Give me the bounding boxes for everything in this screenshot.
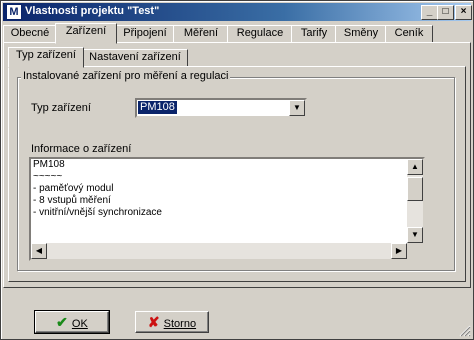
tab-mereni[interactable]: Měření [173,25,229,43]
device-type-combo[interactable]: PM108 ▼ [135,98,307,118]
title-bar[interactable]: M Vlastnosti projektu "Test" _ □ × [3,3,472,21]
info-line: - 8 vstupů měření [33,195,111,206]
info-line: - vnitřní/vnější synchronizace [33,207,162,218]
vertical-scrollbar[interactable]: ▲ ▼ [407,159,423,243]
main-tab-panel: Typ zařízení Nastavení zařízení Instalov… [3,42,471,288]
main-tab-bar: Obecné Zařízení Připojení Měření Regulac… [3,23,471,44]
arrow-left-icon[interactable]: ◀ [31,243,47,259]
dialog-window: M Vlastnosti projektu "Test" _ □ × Obecn… [0,0,474,340]
tab-regulace[interactable]: Regulace [227,25,293,43]
tab-tarify[interactable]: Tarify [291,25,337,43]
close-button[interactable]: × [455,5,472,20]
resize-grip-icon[interactable] [459,325,471,337]
info-line: - paměťový modul [33,183,114,194]
ok-label: OK [71,318,88,330]
arrow-right-icon[interactable]: ▶ [391,243,407,259]
subtab-nastaveni-zarizeni[interactable]: Nastavení zařízení [82,49,188,67]
horizontal-scrollbar[interactable]: ◀ ▶ [31,243,407,259]
arrow-up-icon[interactable]: ▲ [407,159,423,175]
sub-tab-panel: Instalované zařízení pro měření a regula… [8,66,466,282]
tab-obecne[interactable]: Obecné [3,25,57,43]
check-icon: ✔ [56,314,68,330]
device-type-value: PM108 [138,101,177,114]
chevron-down-icon[interactable]: ▼ [289,100,305,116]
app-icon: M [6,4,22,20]
vertical-scroll-thumb[interactable] [407,177,423,201]
sub-tab-bar: Typ zařízení Nastavení zařízení [8,47,448,68]
arrow-down-icon[interactable]: ▼ [407,227,423,243]
memo-content: PM108 ~~~~~ - paměťový modul - 8 vstupů … [31,159,423,219]
maximize-button[interactable]: □ [437,5,454,20]
cancel-button[interactable]: ✘ Storno [135,311,209,333]
tab-cenik[interactable]: Ceník [385,25,433,43]
cross-icon: ✘ [147,314,160,330]
info-line: PM108 [33,159,65,170]
device-info-memo[interactable]: PM108 ~~~~~ - paměťový modul - 8 vstupů … [29,157,425,261]
tab-smeny[interactable]: Směny [335,25,387,43]
minimize-button[interactable]: _ [421,5,438,20]
device-type-label-text: Typ zařízení [31,102,91,114]
tab-zarizeni[interactable]: Zařízení [55,23,117,44]
cancel-label: Storno [163,318,197,330]
device-type-label: Typ zařízení [31,102,91,114]
scroll-corner [407,243,423,259]
info-line: ~~~~~ [33,171,63,182]
info-label: Informace o zařízení [31,143,132,155]
group-title: Instalované zařízení pro měření a regula… [21,70,231,82]
ok-button[interactable]: ✔ OK [34,310,110,334]
tab-pripojeni[interactable]: Připojení [115,25,175,43]
subtab-typ-zarizeni[interactable]: Typ zařízení [8,47,84,68]
window-title: Vlastnosti projektu "Test" [25,5,160,17]
